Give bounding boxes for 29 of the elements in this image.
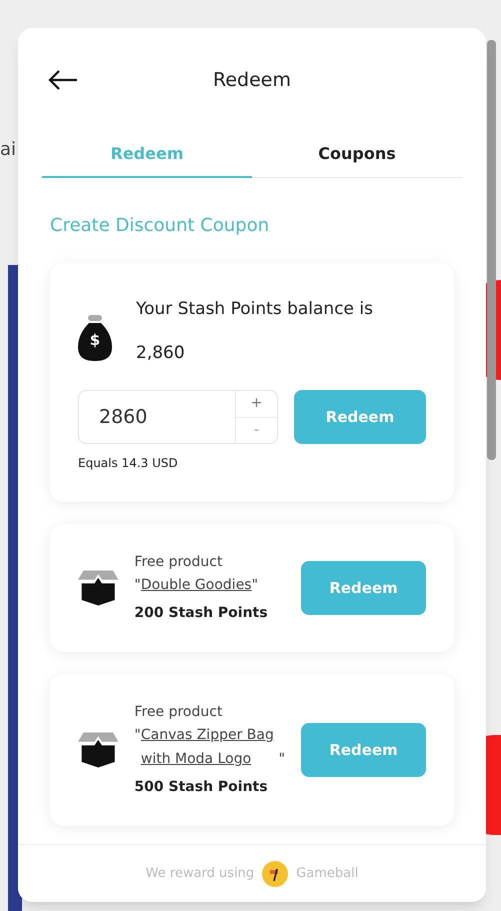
product-name-text: "Canvas Zipper Bag with Moda Logo " [134, 723, 286, 771]
create-coupon-link[interactable]: Create Discount Coupon [50, 215, 270, 236]
balance-points: 2,860 [136, 342, 186, 364]
tab[interactable]: Coupons [252, 132, 462, 178]
flag-logo-icon [262, 860, 288, 886]
product-name-text: "Double Goodies" [134, 573, 286, 597]
back-arrow-icon [48, 70, 78, 90]
redeem-button[interactable]: Redeem [294, 390, 426, 444]
conversion-text: Equals 14.3 USD [78, 455, 179, 472]
back-button[interactable] [48, 68, 78, 92]
reward-caption: Free product [134, 553, 224, 572]
increment-button[interactable]: + [236, 391, 277, 418]
product-link[interactable]: Double Goodies [140, 573, 252, 597]
redeem-button[interactable]: Redeem [301, 561, 426, 615]
page-title: Redeem [213, 68, 291, 93]
decrement-button[interactable]: - [236, 418, 277, 443]
open-box-icon [78, 731, 118, 769]
reward-caption: Free product [134, 703, 224, 722]
background-text: ai [0, 138, 16, 162]
reward-cost: 200 Stash Points [134, 604, 269, 623]
footer-text: We reward using [146, 864, 254, 883]
brand-name: Gameball [296, 864, 358, 883]
reward-cost: 500 Stash Points [134, 778, 269, 797]
tab[interactable]: Redeem [42, 132, 252, 178]
product-link[interactable]: Canvas Zipper Bag with Moda Logo [140, 723, 279, 771]
open-box-icon [78, 569, 118, 607]
balance-label: Your Stash Points balance is [136, 298, 373, 321]
redeem-button[interactable]: Redeem [301, 723, 426, 777]
points-input-field[interactable]: 2860 + - [78, 390, 278, 444]
